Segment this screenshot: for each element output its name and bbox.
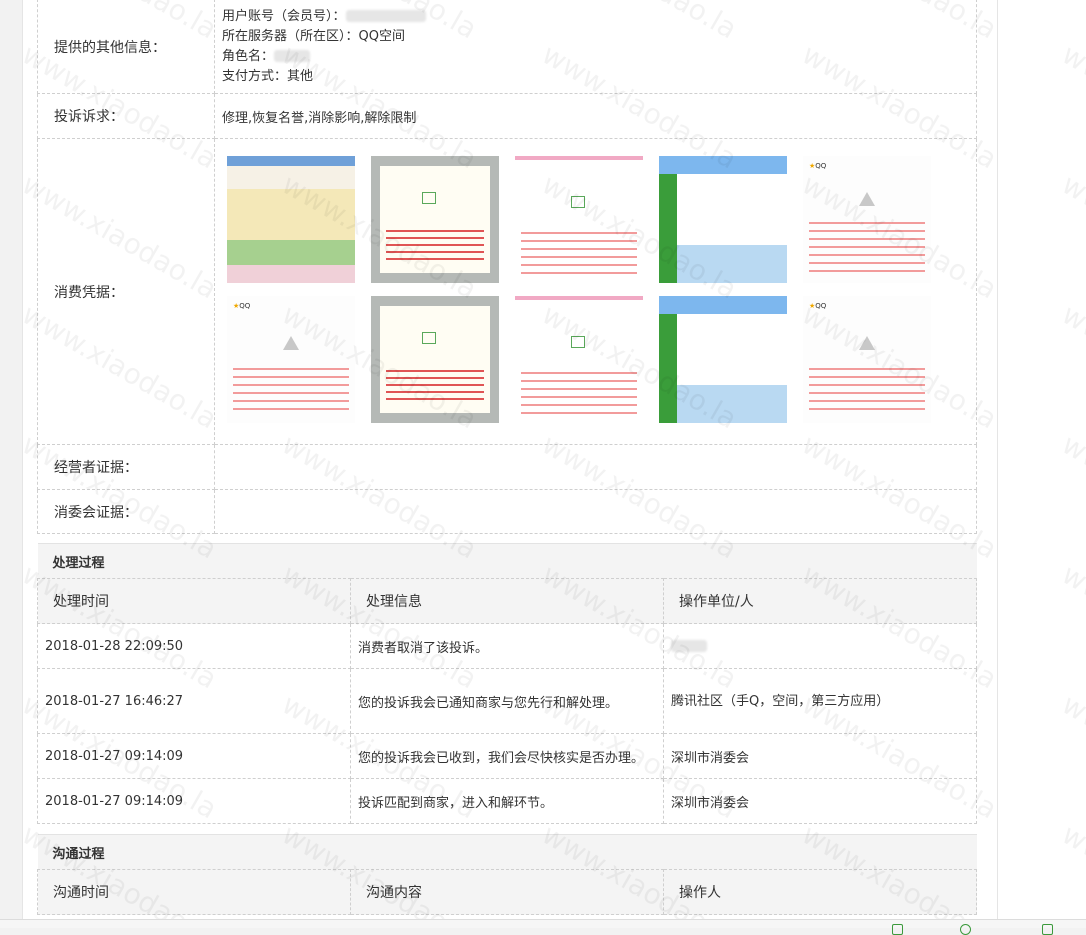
process-unit (663, 623, 977, 669)
process-time: 2018-01-27 16:46:27 (37, 668, 351, 734)
col-process-unit: 操作单位/人 (663, 578, 977, 624)
process-title: 处理过程 (37, 543, 977, 579)
process-unit: 深圳市消委会 (663, 778, 977, 824)
evidence-image[interactable] (371, 156, 499, 283)
evidence-image[interactable]: ★QQ (803, 156, 931, 283)
process-time: 2018-01-28 22:09:50 (37, 623, 351, 669)
payment-line: 支付方式：其他 (222, 68, 314, 84)
col-process-time: 处理时间 (37, 578, 351, 624)
evidence-gallery: ★QQ ★QQ ★QQ (227, 156, 976, 423)
evidence-image[interactable] (659, 296, 787, 423)
col-comm-operator: 操作人 (663, 869, 977, 915)
col-process-info: 处理信息 (350, 578, 664, 624)
demand-label: 投诉诉求： (37, 93, 215, 139)
redacted-role (274, 50, 311, 62)
process-unit: 深圳市消委会 (663, 733, 977, 779)
redacted-account (345, 10, 426, 22)
redacted-operator (671, 640, 707, 652)
status-icon[interactable] (892, 924, 903, 935)
demand-row: 投诉诉求： 修理,恢复名誉,消除影响,解除限制 (37, 93, 977, 139)
other-info-label: 提供的其他信息： (37, 0, 215, 94)
process-unit: 腾讯社区（手Q，空间，第三方应用） (663, 668, 977, 734)
process-time: 2018-01-27 09:14:09 (37, 733, 351, 779)
comm-header-row: 沟通时间 沟通内容 操作人 (37, 869, 977, 915)
evidence-image[interactable]: ★QQ (803, 296, 931, 423)
table-row: 2018-01-27 09:14:09 您的投诉我会已收到，我们会尽快核实是否办… (37, 733, 977, 779)
col-comm-content: 沟通内容 (350, 869, 664, 915)
demand-value: 修理,恢复名誉,消除影响,解除限制 (214, 93, 977, 139)
complaint-info-table: 提供的其他信息： 用户账号（会员号）： 所在服务器（所在区）：QQ空间 角色名：… (37, 0, 977, 534)
evidence-image[interactable] (659, 156, 787, 283)
operator-evidence-row: 经营者证据： (37, 444, 977, 490)
status-icon[interactable] (960, 924, 971, 935)
role-line: 角色名： (222, 48, 275, 64)
server-line: 所在服务器（所在区）：QQ空间 (222, 28, 405, 44)
evidence-image[interactable] (515, 156, 643, 283)
evidence-image[interactable] (227, 156, 355, 283)
process-info: 消费者取消了该投诉。 (350, 623, 664, 669)
operator-evidence-label: 经营者证据： (37, 444, 215, 490)
col-comm-time: 沟通时间 (37, 869, 351, 915)
process-info: 您的投诉我会已收到，我们会尽快核实是否办理。 (350, 733, 664, 779)
other-info-value: 用户账号（会员号）： 所在服务器（所在区）：QQ空间 角色名： 支付方式：其他 (214, 0, 977, 94)
process-table: 处理过程 处理时间 处理信息 操作单位/人 2018-01-28 22:09:5… (37, 543, 977, 824)
process-time: 2018-01-27 09:14:09 (37, 778, 351, 824)
communication-table: 沟通过程 沟通时间 沟通内容 操作人 (37, 834, 977, 915)
other-info-row: 提供的其他信息： 用户账号（会员号）： 所在服务器（所在区）：QQ空间 角色名：… (37, 0, 977, 94)
evidence-row: 消费凭据： ★QQ ★QQ ★QQ (37, 138, 977, 445)
process-info: 投诉匹配到商家，进入和解环节。 (350, 778, 664, 824)
process-info: 您的投诉我会已通知商家与您先行和解处理。 (350, 668, 664, 734)
right-gutter (998, 0, 1086, 919)
table-row: 2018-01-28 22:09:50 消费者取消了该投诉。 (37, 623, 977, 669)
process-header-row: 处理时间 处理信息 操作单位/人 (37, 578, 977, 624)
table-row: 2018-01-27 16:46:27 您的投诉我会已通知商家与您先行和解处理。… (37, 668, 977, 734)
scrollbar-track[interactable] (1080, 0, 1086, 919)
account-line: 用户账号（会员号）： (222, 8, 346, 24)
council-evidence-row: 消委会证据： (37, 489, 977, 534)
evidence-image[interactable] (371, 296, 499, 423)
comm-title: 沟通过程 (37, 834, 977, 870)
status-icon[interactable] (1042, 924, 1053, 935)
evidence-image[interactable] (515, 296, 643, 423)
evidence-label: 消费凭据： (37, 138, 215, 445)
table-row: 2018-01-27 09:14:09 投诉匹配到商家，进入和解环节。 深圳市消… (37, 778, 977, 824)
evidence-image[interactable]: ★QQ (227, 296, 355, 423)
council-evidence-label: 消委会证据： (37, 489, 215, 534)
